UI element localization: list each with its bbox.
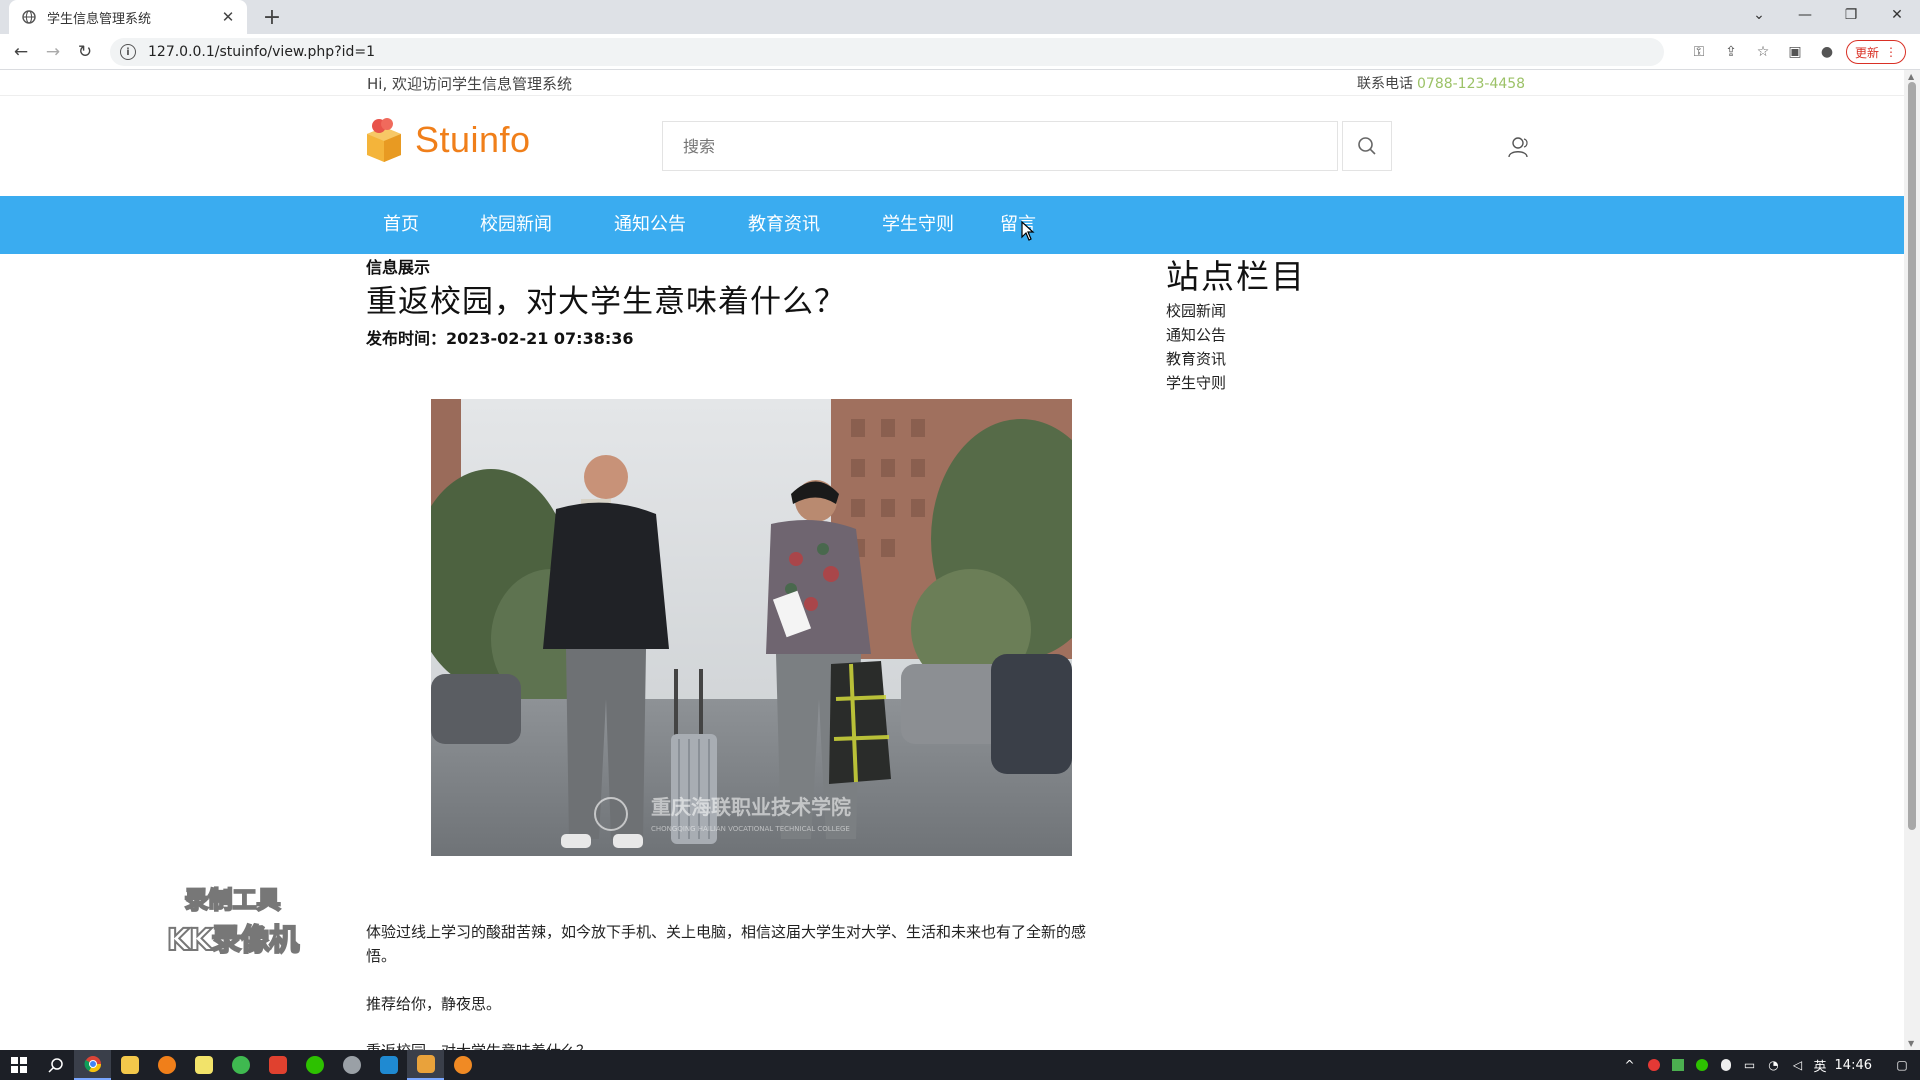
web-page: Hi, 欢迎访问学生信息管理系统 联系电话 0788-123-4458 Stuin…	[0, 70, 1904, 1050]
main-nav: 首页 校园新闻 通知公告 教育资讯 学生守则 留言	[0, 196, 1904, 254]
notepad-icon[interactable]	[185, 1050, 222, 1080]
window-controls: ⌄ — ❐ ✕	[1736, 0, 1920, 34]
tray-wechat-icon[interactable]	[1694, 1057, 1710, 1073]
wechat-icon[interactable]	[296, 1050, 333, 1080]
user-button[interactable]	[1504, 133, 1532, 161]
watermark-line-1: 录制工具	[184, 885, 282, 915]
tray-antivirus-icon[interactable]	[1646, 1057, 1662, 1073]
article-paragraph-3: 重返校园，对大学生意味着什么？	[366, 1039, 591, 1050]
wps-icon[interactable]	[259, 1050, 296, 1080]
back-icon[interactable]: ←	[8, 39, 34, 65]
users-icon	[1508, 137, 1528, 158]
address-bar[interactable]: i	[110, 38, 1664, 66]
box-logo-icon	[367, 118, 401, 162]
mouse-cursor-icon	[1021, 221, 1035, 241]
article-paragraph-1b: 悟。	[366, 947, 397, 965]
sidebar-link-student-rules[interactable]: 学生守则	[1166, 372, 1226, 393]
windows-start-icon[interactable]	[0, 1050, 37, 1080]
page-scrollbar[interactable]: ▲ ▼	[1904, 70, 1920, 1050]
nav-education-news[interactable]: 教育资讯	[748, 196, 820, 254]
share-icon[interactable]: ⇪	[1718, 39, 1744, 65]
close-icon[interactable]: ✕	[219, 8, 237, 26]
sidebar-title: 站点栏目	[1166, 257, 1306, 296]
phpstudy-icon[interactable]	[407, 1050, 444, 1080]
sidebar-link-campus-news[interactable]: 校园新闻	[1166, 300, 1226, 321]
recorder-app-icon[interactable]	[444, 1050, 481, 1080]
vscode-icon[interactable]	[370, 1050, 407, 1080]
logo-text: Stuinfo	[415, 119, 531, 160]
scroll-up-icon[interactable]: ▲	[1908, 72, 1914, 81]
side-panel-icon[interactable]: ▣	[1782, 39, 1808, 65]
update-label: 更新	[1854, 45, 1879, 60]
search-icon	[1358, 137, 1376, 155]
article-paragraph-2: 推荐给你，静夜思。	[366, 995, 502, 1013]
recorder-watermark: 录制工具 KK录像机	[160, 880, 305, 959]
article-paragraph-1a: 体验过线上学习的酸甜苦辣，如今放下手机、关上电脑，相信这届大学生对大学、生活和未…	[366, 923, 1087, 941]
globe-icon	[21, 9, 37, 25]
search-button[interactable]	[1342, 121, 1392, 171]
taskbar-search-icon[interactable]	[37, 1050, 74, 1080]
nav-home[interactable]: 首页	[383, 196, 419, 254]
file-explorer-icon[interactable]	[111, 1050, 148, 1080]
browser-toolbar: ← → ↻ i ⚿ ⇪ ☆ ▣ ● 更新 ⋮	[0, 34, 1920, 70]
article-photo: 重庆海联职业技术学院 CHONGQING HAILIAN VOCATIONAL …	[431, 399, 1072, 856]
system-tray: ^ ▭ ◔ ◁ 英 14:46 ▢	[1622, 1050, 1920, 1080]
scrollbar-thumb[interactable]	[1908, 82, 1916, 830]
tray-chevron-icon[interactable]: ^	[1622, 1057, 1638, 1073]
tray-network-icon[interactable]: ◔	[1766, 1057, 1782, 1073]
publish-time: 发布时间：2023-02-21 07:38:36	[366, 329, 634, 348]
toolbar-actions: ⚿ ⇪ ☆ ▣ ● 更新 ⋮	[1686, 39, 1906, 65]
photo-watermark-subtext: CHONGQING HAILIAN VOCATIONAL TECHNICAL C…	[651, 825, 850, 833]
phone-label: 联系电话	[1357, 76, 1413, 92]
search-box	[662, 121, 1338, 171]
close-window-icon[interactable]: ✕	[1874, 0, 1920, 30]
article-title: 重返校园，对大学生意味着什么？	[366, 284, 846, 320]
site-header: Stuinfo	[0, 97, 1904, 197]
tray-nvidia-icon[interactable]	[1670, 1057, 1686, 1073]
photo-watermark-text: 重庆海联职业技术学院	[651, 795, 851, 819]
nav-campus-news[interactable]: 校园新闻	[480, 196, 552, 254]
site-logo[interactable]: Stuinfo	[365, 117, 531, 163]
reload-icon[interactable]: ↻	[72, 39, 98, 65]
tab-title: 学生信息管理系统	[47, 11, 152, 27]
star-icon[interactable]: ☆	[1750, 39, 1776, 65]
key-icon[interactable]: ⚿	[1686, 39, 1712, 65]
notification-icon[interactable]: ▢	[1894, 1057, 1910, 1073]
nav-notices[interactable]: 通知公告	[614, 196, 686, 254]
top-info-bar: Hi, 欢迎访问学生信息管理系统 联系电话 0788-123-4458	[0, 70, 1904, 96]
site-info-icon[interactable]: i	[120, 44, 136, 60]
restore-icon[interactable]: ❐	[1828, 0, 1874, 30]
os-taskbar: ^ ▭ ◔ ◁ 英 14:46 ▢	[0, 1050, 1920, 1080]
nav-student-rules[interactable]: 学生守则	[882, 196, 954, 254]
chrome-app-icon[interactable]	[74, 1050, 111, 1080]
green-app-icon[interactable]	[222, 1050, 259, 1080]
new-tab-button[interactable]: +	[258, 4, 286, 30]
tray-ime[interactable]: 英	[1814, 1056, 1827, 1075]
tray-battery-icon[interactable]: ▭	[1742, 1057, 1758, 1073]
url-input[interactable]	[148, 44, 748, 60]
kebab-menu-icon: ⋮	[1885, 45, 1897, 59]
search-input[interactable]	[683, 136, 1337, 156]
search-tool-icon[interactable]	[148, 1050, 185, 1080]
welcome-text: Hi, 欢迎访问学生信息管理系统	[367, 75, 572, 93]
chevron-down-icon[interactable]: ⌄	[1736, 0, 1782, 30]
update-button[interactable]: 更新 ⋮	[1845, 40, 1906, 64]
settings-app-icon[interactable]	[333, 1050, 370, 1080]
watermark-line-2: KK录像机	[166, 922, 301, 959]
sidebar-link-education-news[interactable]: 教育资讯	[1166, 348, 1226, 369]
tray-volume-icon[interactable]: ◁	[1790, 1057, 1806, 1073]
browser-tab[interactable]: 学生信息管理系统 ✕	[9, 0, 247, 34]
tray-qq-icon[interactable]	[1718, 1057, 1734, 1073]
scroll-down-icon[interactable]: ▼	[1908, 1039, 1914, 1048]
browser-tabstrip: 学生信息管理系统 ✕ + ⌄ — ❐ ✕	[0, 0, 1920, 34]
tray-clock[interactable]: 14:46	[1835, 1058, 1872, 1073]
profile-icon[interactable]: ●	[1814, 39, 1840, 65]
forward-icon[interactable]: →	[40, 39, 66, 65]
breadcrumb: 信息展示	[366, 258, 431, 277]
sidebar-link-notices[interactable]: 通知公告	[1166, 324, 1226, 345]
phone-number: 0788-123-4458	[1417, 76, 1526, 92]
minimize-icon[interactable]: —	[1782, 0, 1828, 30]
contact-phone: 联系电话 0788-123-4458	[1357, 73, 1525, 93]
